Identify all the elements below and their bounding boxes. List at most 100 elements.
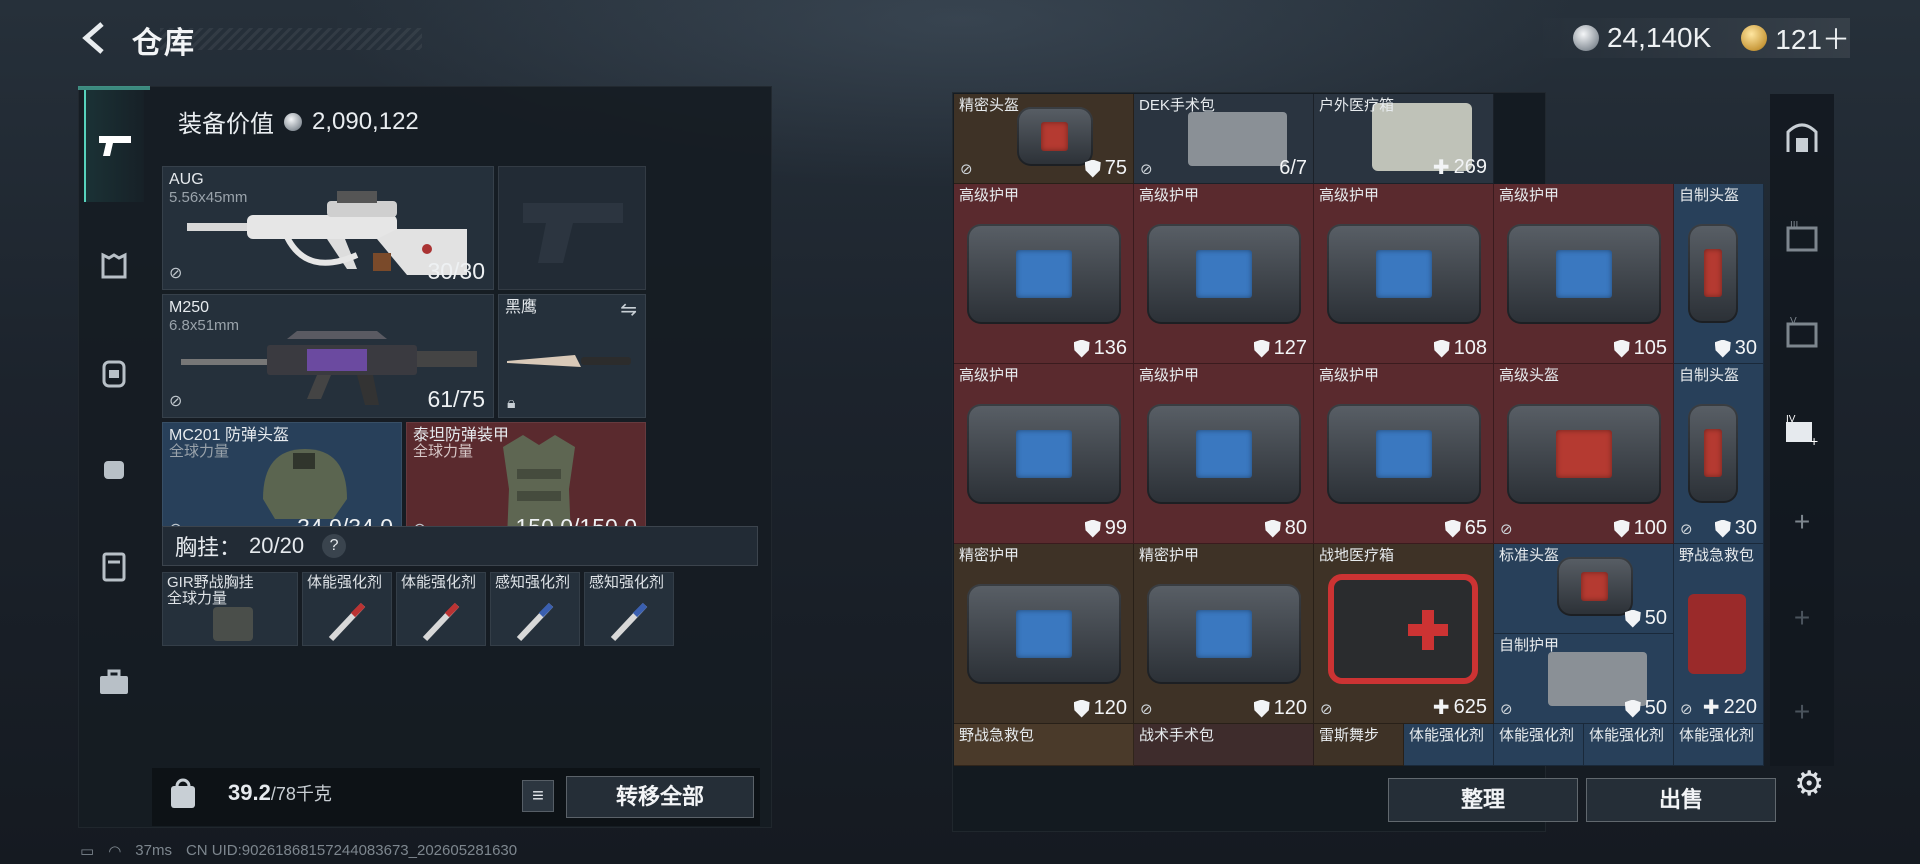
add-storage-button[interactable]: +	[1778, 594, 1826, 642]
storage-item[interactable]: 自制护甲 ⊘ 50	[1494, 634, 1674, 724]
chest-rig-item[interactable]: GIR野战胸挂 全球力量	[162, 572, 298, 646]
add-storage-button[interactable]: +	[1778, 498, 1826, 546]
plus-icon: ✚	[1432, 157, 1450, 179]
melee-slot[interactable]: 黑鹰 ⇋ 🔒︎	[498, 294, 646, 418]
storage-item[interactable]: 体能强化剂	[1494, 724, 1584, 766]
item-name: 自制头盔	[1679, 187, 1740, 204]
storage-item[interactable]: 体能强化剂	[1674, 724, 1764, 766]
item-value: 105	[1613, 337, 1667, 360]
item-name: 户外医疗箱	[1319, 97, 1395, 114]
item-value: 50	[1624, 697, 1667, 720]
ping: 37ms	[135, 842, 172, 859]
storage-item[interactable]: 户外医疗箱 ✚ 269	[1314, 94, 1494, 184]
storage-item[interactable]: 自制头盔 ⊘ 30	[1674, 364, 1764, 544]
item-name: 高级护甲	[959, 367, 1020, 384]
storage-item[interactable]: 精密护甲 ⊘ 120	[1134, 544, 1314, 724]
storage-item[interactable]: DEK手术包 ⊘ 6/7	[1134, 94, 1314, 184]
list-view-button[interactable]: ≡	[522, 780, 554, 812]
item-name: 感知强化剂	[495, 574, 571, 591]
equipment-value-amount: 2,090,122	[312, 107, 419, 135]
storage-item[interactable]: 自制头盔 30	[1674, 184, 1764, 364]
vault-icon	[1786, 123, 1818, 152]
storage-tab-home[interactable]	[1778, 112, 1826, 160]
silver-coin-icon	[284, 112, 302, 131]
sidebar-item-pouch[interactable]	[84, 438, 144, 498]
shield-icon	[1613, 519, 1630, 538]
item-value: 136	[1073, 337, 1127, 360]
premium-currency-amount[interactable]: 121＋	[1775, 18, 1850, 58]
storage-item[interactable]: 高级头盔 ⊘ 100	[1494, 364, 1674, 544]
sidebar-item-toolbox[interactable]	[84, 652, 144, 712]
sidebar-item-case[interactable]	[84, 536, 144, 596]
equipment-value: 装备价值 2,090,122	[178, 104, 419, 139]
armor-bag-image	[966, 223, 1122, 325]
sidebar-item-weapons[interactable]	[84, 90, 144, 202]
storage-item[interactable]: 雷斯舞步	[1314, 724, 1404, 766]
storage-item[interactable]: 高级护甲 127	[1134, 184, 1314, 364]
backpack-icon	[102, 360, 126, 388]
chest-item-slot[interactable]: 体能强化剂	[302, 572, 392, 646]
storage-item[interactable]: 高级护甲 99	[954, 364, 1134, 544]
chest-item-slot[interactable]: 感知强化剂	[490, 572, 580, 646]
storage-item[interactable]: 高级护甲 105	[1494, 184, 1674, 364]
item-name: 体能强化剂	[1679, 727, 1755, 744]
item-name: 高级护甲	[1499, 187, 1560, 204]
sort-button[interactable]: 整理	[1388, 778, 1578, 822]
item-value: 120	[1253, 697, 1307, 720]
item-name: 战地医疗箱	[1319, 547, 1395, 564]
primary-weapon-slot[interactable]: AUG 5.56x45mm ⊘ 30/30	[162, 166, 494, 290]
storage-tab-5[interactable]: V	[1778, 308, 1826, 356]
item-name: 体能强化剂	[1409, 727, 1485, 744]
storage-item[interactable]: 标准头盔 50	[1494, 544, 1674, 634]
chest-item-slot[interactable]: 体能强化剂	[396, 572, 486, 646]
secondary-weapon-slot[interactable]: M250 6.8x51mm ⊘ 61/75	[162, 294, 494, 418]
storage-item[interactable]: 高级护甲 65	[1314, 364, 1494, 544]
shield-icon	[1253, 339, 1270, 358]
sidebar-item-armor[interactable]	[84, 236, 144, 296]
armor-bag-image	[1326, 403, 1482, 505]
storage-item[interactable]: 高级护甲 108	[1314, 184, 1494, 364]
storage-item[interactable]: 战地医疗箱 ⊘ ✚ 625	[1314, 544, 1494, 724]
chest-item-slot[interactable]: 感知强化剂	[584, 572, 674, 646]
item-value: 65	[1444, 517, 1487, 540]
add-storage-button[interactable]: +	[1778, 688, 1826, 736]
item-name: 自制头盔	[1679, 367, 1740, 384]
storage-item[interactable]: 体能强化剂	[1404, 724, 1494, 766]
storage-item[interactable]: 高级护甲 136	[954, 184, 1134, 364]
storage-item[interactable]: 精密头盔 ⊘ 75	[954, 94, 1134, 184]
sell-button[interactable]: 出售	[1586, 778, 1776, 822]
svg-text:+: +	[1810, 433, 1818, 448]
syringe-image	[516, 602, 554, 642]
item-name: 感知强化剂	[589, 574, 665, 591]
shield-icon	[1444, 519, 1461, 538]
storage-item[interactable]: 野战急救包	[954, 724, 1134, 766]
item-value: 80	[1264, 517, 1307, 540]
sidebar-item-backpack[interactable]	[84, 342, 144, 402]
item-name: 高级头盔	[1499, 367, 1560, 384]
ammo-count: 30/30	[427, 258, 485, 284]
storage-item[interactable]: 体能强化剂	[1584, 724, 1674, 766]
storage-item[interactable]: 高级护甲 80	[1134, 364, 1314, 544]
help-icon[interactable]: ?	[322, 534, 347, 558]
syringe-image	[610, 602, 648, 642]
storage-item[interactable]: 野战急救包 ⊘ ✚ 220	[1674, 544, 1764, 724]
transfer-all-button[interactable]: 转移全部	[566, 776, 754, 818]
storage-tab-4-add[interactable]: IV +	[1778, 406, 1826, 454]
swap-icon[interactable]: ⇋	[620, 297, 637, 322]
item-name: 精密护甲	[959, 547, 1020, 564]
weight-display: 39.2/78千克	[228, 780, 332, 806]
storage-item[interactable]: 战术手术包	[1134, 724, 1314, 766]
storage-tab-3[interactable]: III	[1778, 212, 1826, 260]
settings-gear-icon[interactable]: ⚙	[1794, 764, 1824, 804]
back-arrow-icon[interactable]	[76, 18, 116, 58]
item-name: DEK手术包	[1139, 97, 1215, 114]
gold-coin-icon	[1741, 25, 1768, 51]
unlock-icon: ⊘	[169, 393, 183, 410]
user-uid: CN UID:90261868157244083673_202605281630	[185, 842, 518, 859]
storage-item[interactable]: 精密护甲 120	[954, 544, 1134, 724]
item-name: 体能强化剂	[1499, 727, 1575, 744]
item-value: 30	[1714, 337, 1757, 360]
item-name: 战术手术包	[1139, 727, 1215, 744]
helmet-bag-image	[1017, 106, 1093, 166]
sidearm-slot-empty[interactable]	[498, 166, 646, 290]
